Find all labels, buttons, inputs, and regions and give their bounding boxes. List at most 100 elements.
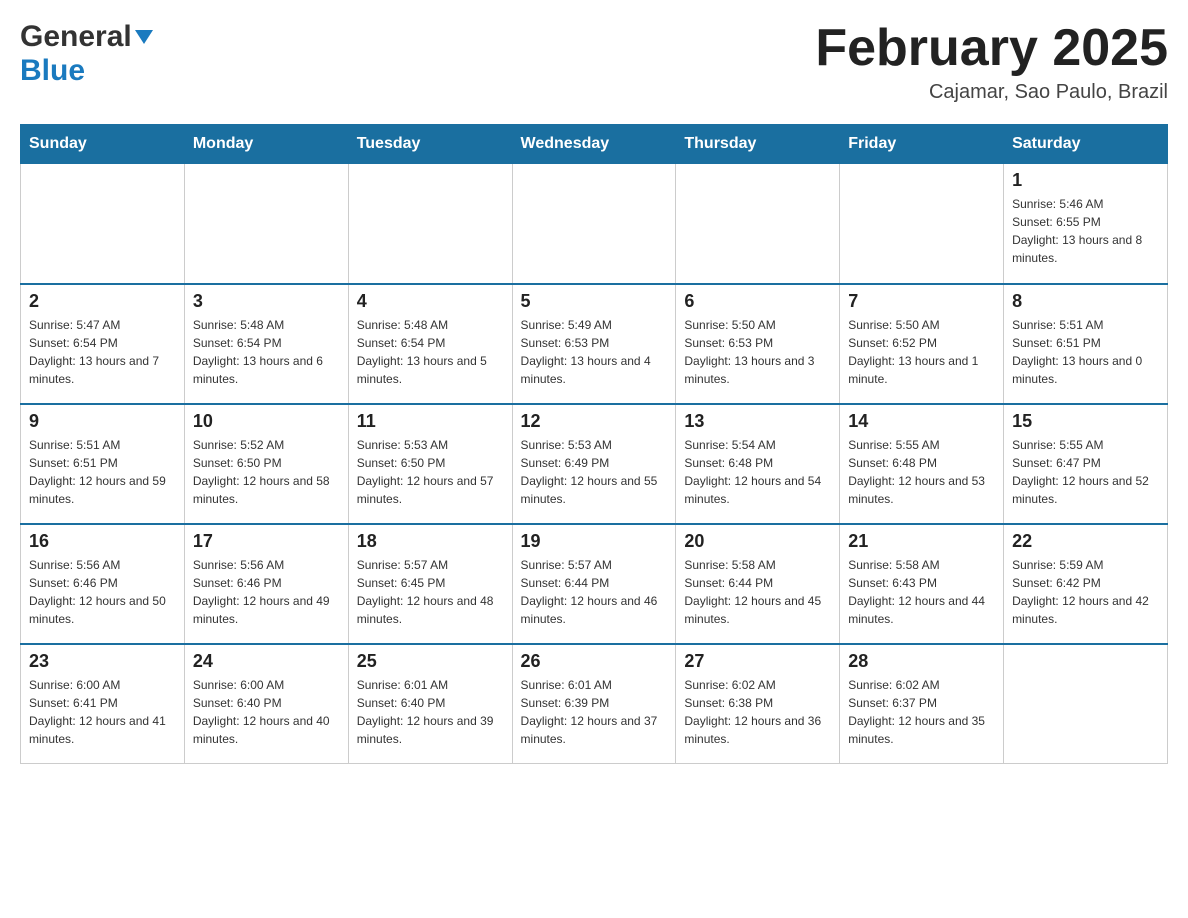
table-row: 19 Sunrise: 5:57 AM Sunset: 6:44 PM Dayli…	[512, 524, 676, 644]
day-number: 26	[521, 651, 668, 672]
day-number: 13	[684, 411, 831, 432]
day-number: 16	[29, 531, 176, 552]
day-info: Sunrise: 6:02 AM Sunset: 6:37 PM Dayligh…	[848, 676, 995, 748]
day-info: Sunrise: 5:54 AM Sunset: 6:48 PM Dayligh…	[684, 436, 831, 508]
table-row: 1 Sunrise: 5:46 AM Sunset: 6:55 PM Daylig…	[1004, 164, 1168, 284]
table-row	[840, 164, 1004, 284]
day-number: 25	[357, 651, 504, 672]
col-tuesday: Tuesday	[348, 125, 512, 164]
table-row: 13 Sunrise: 5:54 AM Sunset: 6:48 PM Dayli…	[676, 404, 840, 524]
col-saturday: Saturday	[1004, 125, 1168, 164]
day-number: 27	[684, 651, 831, 672]
table-row: 28Sunrise: 6:02 AM Sunset: 6:37 PM Dayli…	[840, 644, 1004, 764]
day-info: Sunrise: 5:46 AM Sunset: 6:55 PM Dayligh…	[1012, 195, 1159, 267]
table-row	[512, 164, 676, 284]
day-info: Sunrise: 6:00 AM Sunset: 6:40 PM Dayligh…	[193, 676, 340, 748]
day-info: Sunrise: 5:48 AM Sunset: 6:54 PM Dayligh…	[193, 316, 340, 388]
calendar-header-row: Sunday Monday Tuesday Wednesday Thursday…	[21, 125, 1168, 164]
col-wednesday: Wednesday	[512, 125, 676, 164]
col-monday: Monday	[184, 125, 348, 164]
table-row: 12 Sunrise: 5:53 AM Sunset: 6:49 PM Dayli…	[512, 404, 676, 524]
day-info: Sunrise: 5:57 AM Sunset: 6:44 PM Dayligh…	[521, 556, 668, 628]
day-number: 14	[848, 411, 995, 432]
day-info: Sunrise: 5:51 AM Sunset: 6:51 PM Dayligh…	[29, 436, 176, 508]
table-row: 7 Sunrise: 5:50 AM Sunset: 6:52 PM Daylig…	[840, 284, 1004, 404]
day-number: 12	[521, 411, 668, 432]
table-row: 11 Sunrise: 5:53 AM Sunset: 6:50 PM Dayli…	[348, 404, 512, 524]
table-row: 15Sunrise: 5:55 AM Sunset: 6:47 PM Dayli…	[1004, 404, 1168, 524]
day-info: Sunrise: 5:47 AM Sunset: 6:54 PM Dayligh…	[29, 316, 176, 388]
day-number: 8	[1012, 291, 1159, 312]
day-info: Sunrise: 5:48 AM Sunset: 6:54 PM Dayligh…	[357, 316, 504, 388]
table-row	[184, 164, 348, 284]
day-number: 19	[521, 531, 668, 552]
calendar-table: Sunday Monday Tuesday Wednesday Thursday…	[20, 124, 1168, 764]
day-info: Sunrise: 5:56 AM Sunset: 6:46 PM Dayligh…	[29, 556, 176, 628]
day-info: Sunrise: 5:49 AM Sunset: 6:53 PM Dayligh…	[521, 316, 668, 388]
day-info: Sunrise: 5:58 AM Sunset: 6:43 PM Dayligh…	[848, 556, 995, 628]
day-number: 11	[357, 411, 504, 432]
day-info: Sunrise: 5:55 AM Sunset: 6:47 PM Dayligh…	[1012, 436, 1159, 508]
col-sunday: Sunday	[21, 125, 185, 164]
table-row: 25 Sunrise: 6:01 AM Sunset: 6:40 PM Dayli…	[348, 644, 512, 764]
day-number: 6	[684, 291, 831, 312]
table-row: 14 Sunrise: 5:55 AM Sunset: 6:48 PM Dayli…	[840, 404, 1004, 524]
page-header: General Blue February 2025 Cajamar, Sao …	[20, 20, 1168, 104]
table-row: 21 Sunrise: 5:58 AM Sunset: 6:43 PM Dayli…	[840, 524, 1004, 644]
day-number: 3	[193, 291, 340, 312]
day-number: 22	[1012, 531, 1159, 552]
day-info: Sunrise: 5:50 AM Sunset: 6:53 PM Dayligh…	[684, 316, 831, 388]
day-number: 7	[848, 291, 995, 312]
calendar-week-4: 16 Sunrise: 5:56 AM Sunset: 6:46 PM Dayli…	[21, 524, 1168, 644]
day-info: Sunrise: 5:59 AM Sunset: 6:42 PM Dayligh…	[1012, 556, 1159, 628]
logo: General Blue	[20, 20, 153, 88]
day-info: Sunrise: 5:57 AM Sunset: 6:45 PM Dayligh…	[357, 556, 504, 628]
day-number: 17	[193, 531, 340, 552]
day-info: Sunrise: 5:50 AM Sunset: 6:52 PM Dayligh…	[848, 316, 995, 388]
table-row: 5 Sunrise: 5:49 AM Sunset: 6:53 PM Daylig…	[512, 284, 676, 404]
calendar-week-5: 23Sunrise: 6:00 AM Sunset: 6:41 PM Dayli…	[21, 644, 1168, 764]
table-row: 6 Sunrise: 5:50 AM Sunset: 6:53 PM Daylig…	[676, 284, 840, 404]
day-number: 10	[193, 411, 340, 432]
day-number: 4	[357, 291, 504, 312]
calendar-title: February 2025	[815, 20, 1168, 77]
day-info: Sunrise: 6:01 AM Sunset: 6:39 PM Dayligh…	[521, 676, 668, 748]
title-area: February 2025 Cajamar, Sao Paulo, Brazil	[815, 20, 1168, 104]
table-row	[1004, 644, 1168, 764]
table-row: 27 Sunrise: 6:02 AM Sunset: 6:38 PM Dayli…	[676, 644, 840, 764]
day-number: 2	[29, 291, 176, 312]
calendar-week-2: 2 Sunrise: 5:47 AM Sunset: 6:54 PM Daylig…	[21, 284, 1168, 404]
day-number: 24	[193, 651, 340, 672]
table-row: 26 Sunrise: 6:01 AM Sunset: 6:39 PM Dayli…	[512, 644, 676, 764]
day-info: Sunrise: 5:55 AM Sunset: 6:48 PM Dayligh…	[848, 436, 995, 508]
calendar-week-1: 1 Sunrise: 5:46 AM Sunset: 6:55 PM Daylig…	[21, 164, 1168, 284]
day-number: 1	[1012, 170, 1159, 191]
day-info: Sunrise: 5:53 AM Sunset: 6:50 PM Dayligh…	[357, 436, 504, 508]
calendar-week-3: 9Sunrise: 5:51 AM Sunset: 6:51 PM Daylig…	[21, 404, 1168, 524]
table-row: 4 Sunrise: 5:48 AM Sunset: 6:54 PM Daylig…	[348, 284, 512, 404]
day-info: Sunrise: 6:02 AM Sunset: 6:38 PM Dayligh…	[684, 676, 831, 748]
logo-blue-text: Blue	[20, 54, 85, 87]
day-number: 5	[521, 291, 668, 312]
table-row: 10Sunrise: 5:52 AM Sunset: 6:50 PM Dayli…	[184, 404, 348, 524]
table-row: 2 Sunrise: 5:47 AM Sunset: 6:54 PM Daylig…	[21, 284, 185, 404]
table-row	[21, 164, 185, 284]
day-info: Sunrise: 6:01 AM Sunset: 6:40 PM Dayligh…	[357, 676, 504, 748]
table-row	[348, 164, 512, 284]
table-row: 23Sunrise: 6:00 AM Sunset: 6:41 PM Dayli…	[21, 644, 185, 764]
day-number: 20	[684, 531, 831, 552]
table-row: 8Sunrise: 5:51 AM Sunset: 6:51 PM Daylig…	[1004, 284, 1168, 404]
table-row: 24 Sunrise: 6:00 AM Sunset: 6:40 PM Dayli…	[184, 644, 348, 764]
logo-arrow-icon	[135, 30, 153, 49]
day-info: Sunrise: 5:58 AM Sunset: 6:44 PM Dayligh…	[684, 556, 831, 628]
day-info: Sunrise: 5:56 AM Sunset: 6:46 PM Dayligh…	[193, 556, 340, 628]
calendar-subtitle: Cajamar, Sao Paulo, Brazil	[815, 81, 1168, 104]
logo-general-text: General	[20, 20, 132, 54]
day-number: 21	[848, 531, 995, 552]
day-info: Sunrise: 5:53 AM Sunset: 6:49 PM Dayligh…	[521, 436, 668, 508]
day-number: 18	[357, 531, 504, 552]
day-number: 23	[29, 651, 176, 672]
table-row: 17 Sunrise: 5:56 AM Sunset: 6:46 PM Dayli…	[184, 524, 348, 644]
table-row: 16 Sunrise: 5:56 AM Sunset: 6:46 PM Dayli…	[21, 524, 185, 644]
table-row: 18 Sunrise: 5:57 AM Sunset: 6:45 PM Dayli…	[348, 524, 512, 644]
